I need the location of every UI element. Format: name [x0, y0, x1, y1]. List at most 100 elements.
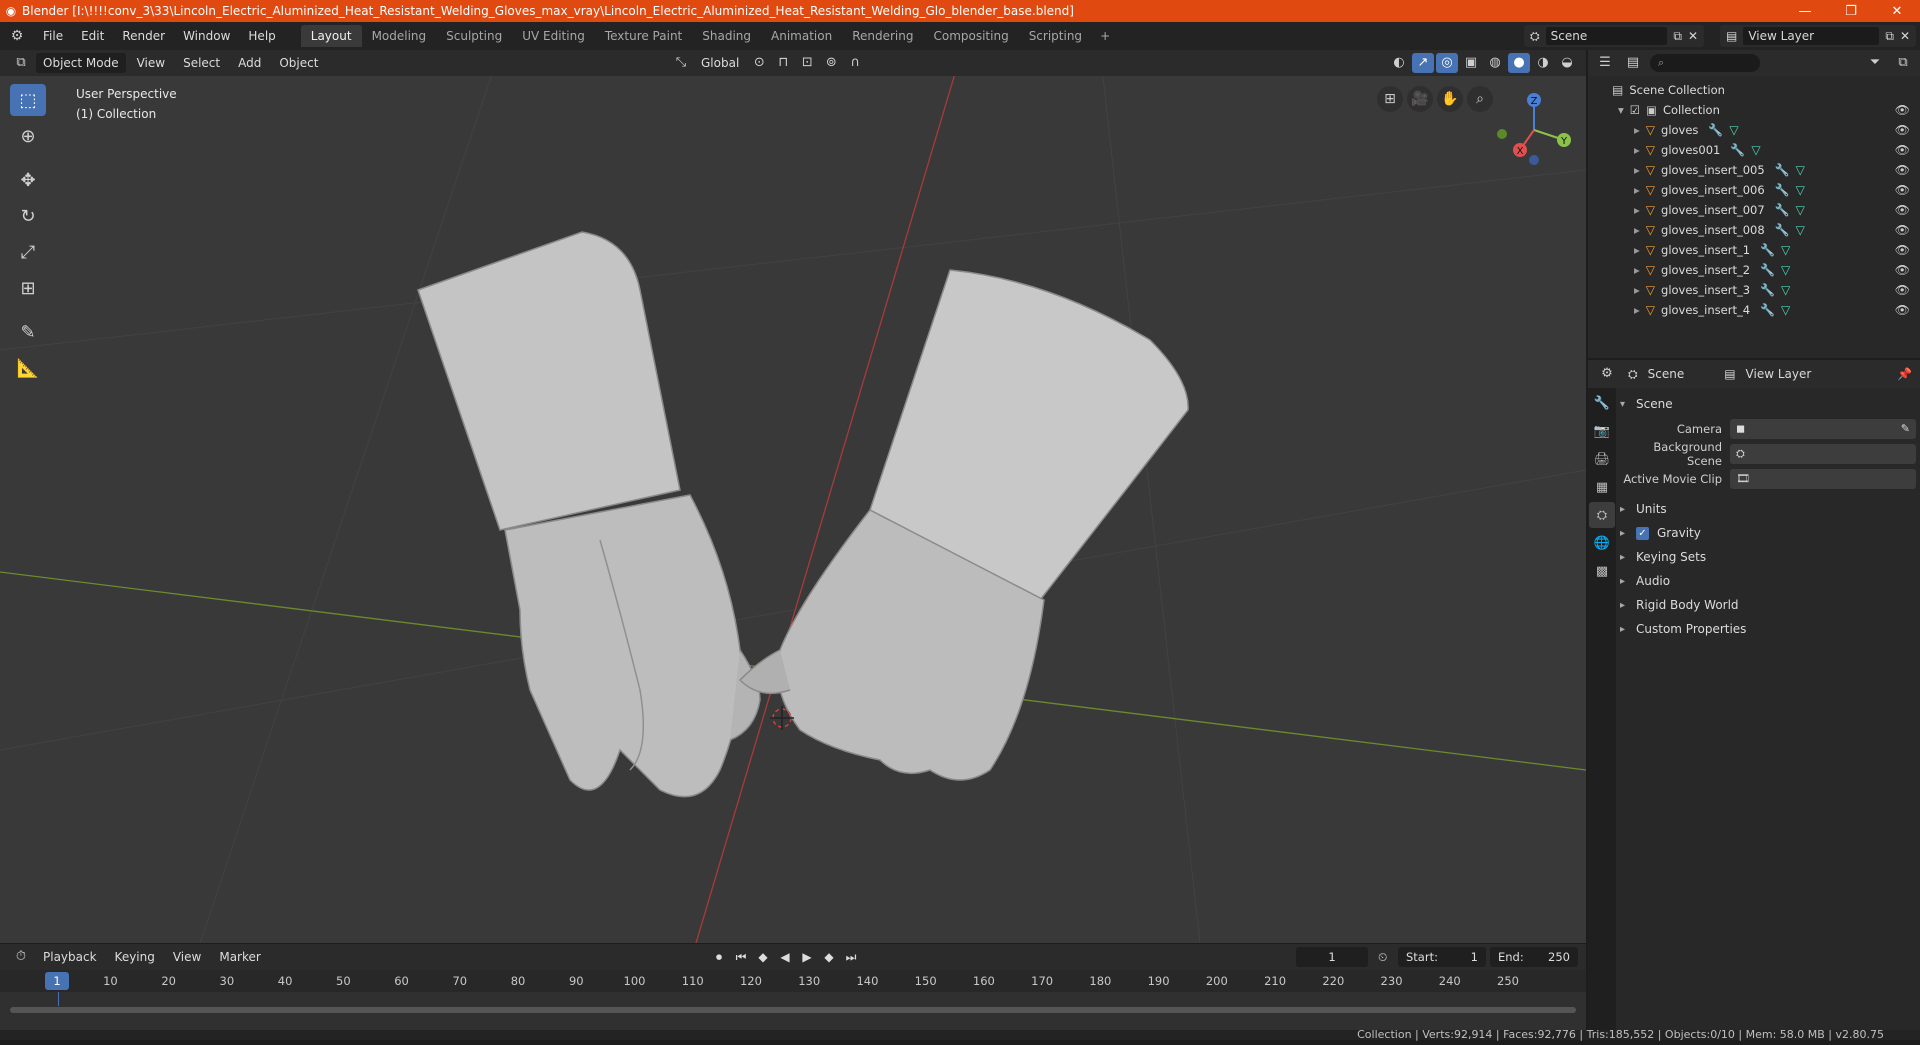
timeline-menu-keying[interactable]: Keying	[108, 947, 162, 967]
rotate-icon[interactable]: ↻	[10, 200, 46, 232]
expand-arrow-icon[interactable]: ▸	[1634, 203, 1640, 217]
outliner-object-row[interactable]: ▸ ▽ gloves_insert_008 🔧 ▽ 👁	[1588, 220, 1920, 240]
scene-section-header[interactable]: ▾ Scene	[1620, 392, 1916, 416]
movie-clip-field[interactable]: 🎞	[1730, 468, 1916, 489]
eye-icon[interactable]: 👁	[1895, 263, 1910, 277]
close-button[interactable]: ✕	[1874, 4, 1920, 19]
wireframe-shading-icon[interactable]: ◍	[1484, 53, 1506, 73]
modifier-wrench-icon[interactable]: 🔧	[1775, 203, 1790, 217]
xray-icon[interactable]: ▣	[1460, 53, 1482, 73]
eye-icon[interactable]: 👁	[1895, 303, 1910, 317]
material-shading-icon[interactable]: ◑	[1532, 53, 1554, 73]
navigation-gizmo[interactable]: Z Y X	[1494, 88, 1574, 168]
tab-compositing[interactable]: Compositing	[923, 25, 1018, 47]
modifier-wrench-icon[interactable]: 🔧	[1760, 263, 1775, 277]
outliner-collection[interactable]: ▾ ☑ ▣ Collection 👁	[1588, 100, 1920, 120]
menu-help[interactable]: Help	[239, 29, 284, 43]
outliner-object-row[interactable]: ▸ ▽ gloves_insert_005 🔧 ▽ 👁	[1588, 160, 1920, 180]
menu-edit[interactable]: Edit	[72, 29, 113, 43]
modifier-wrench-icon[interactable]: 🔧	[1708, 123, 1723, 137]
overlay-toggle-icon[interactable]: ◎	[1436, 53, 1458, 73]
mesh-data-icon[interactable]: ▽	[1796, 203, 1805, 217]
timeline-menu-playback[interactable]: Playback	[36, 947, 104, 967]
viewlayer-selector[interactable]: ▤ View Layer ⧉ ✕	[1720, 25, 1916, 47]
eyedropper-icon[interactable]: ✎	[1901, 422, 1910, 435]
proportional-edit-icon[interactable]: ⊚	[820, 53, 842, 73]
eye-icon[interactable]: 👁	[1895, 223, 1910, 237]
outliner-object-row[interactable]: ▸ ▽ gloves_insert_2 🔧 ▽ 👁	[1588, 260, 1920, 280]
expand-arrow-icon[interactable]: ▸	[1634, 303, 1640, 317]
timeline-menu-marker[interactable]: Marker	[212, 947, 267, 967]
timeline-menu-view[interactable]: View	[166, 947, 208, 967]
pin-icon[interactable]: 📌	[1897, 367, 1912, 381]
scene-name-field[interactable]: Scene	[1545, 27, 1668, 45]
new-viewlayer-icon[interactable]: ⧉	[1885, 29, 1894, 44]
viewport-menu-view[interactable]: View	[130, 53, 172, 73]
tab-scripting[interactable]: Scripting	[1019, 25, 1092, 47]
modifier-wrench-icon[interactable]: 🔧	[1760, 283, 1775, 297]
expand-arrow-icon[interactable]: ▸	[1634, 283, 1640, 297]
play-reverse-icon[interactable]: ◀	[776, 947, 794, 967]
tab-uv-editing[interactable]: UV Editing	[512, 25, 595, 47]
snap-icon[interactable]: ⊓	[772, 53, 794, 73]
eye-icon[interactable]: 👁	[1895, 103, 1910, 117]
viewlayer-tab-icon[interactable]: ▦	[1589, 474, 1615, 500]
scale-icon[interactable]: ⤢	[10, 236, 46, 268]
current-frame-field[interactable]: 1	[1296, 947, 1368, 967]
eye-icon[interactable]: 👁	[1895, 183, 1910, 197]
tab-sculpting[interactable]: Sculpting	[436, 25, 512, 47]
gravity-panel[interactable]: ▸ ✓ Gravity	[1620, 521, 1916, 545]
transform-orientation-dropdown[interactable]: Global	[694, 53, 746, 73]
timeline-ruler[interactable]: 1 10 20 30 40 50 60 70 80 90 100 110 120 130 140 150 16…	[0, 970, 1586, 992]
delete-viewlayer-icon[interactable]: ✕	[1900, 29, 1910, 43]
viewlayer-name-field[interactable]: View Layer	[1743, 27, 1880, 45]
mesh-data-icon[interactable]: ▽	[1781, 303, 1790, 317]
outliner-object-row[interactable]: ▸ ▽ gloves001 🔧 ▽ 👁	[1588, 140, 1920, 160]
eye-icon[interactable]: 👁	[1895, 283, 1910, 297]
tab-shading[interactable]: Shading	[692, 25, 761, 47]
timeline-editor-icon[interactable]: ⏱	[10, 947, 32, 967]
tab-rendering[interactable]: Rendering	[842, 25, 923, 47]
3d-viewport[interactable]: ⧉ Object Mode View Select Add Object ⤡ G…	[0, 50, 1586, 943]
prev-keyframe-icon[interactable]: ◆	[754, 947, 772, 967]
snap-target-icon[interactable]: ⊡	[796, 53, 818, 73]
jump-end-icon[interactable]: ⏭	[842, 947, 860, 967]
properties-editor-icon[interactable]: ⚙	[1596, 364, 1618, 384]
mesh-data-icon[interactable]: ▽	[1781, 243, 1790, 257]
checkbox-icon[interactable]: ☑	[1630, 103, 1640, 117]
outliner-object-row[interactable]: ▸ ▽ gloves 🔧 ▽ 👁	[1588, 120, 1920, 140]
eye-icon[interactable]: 👁	[1895, 203, 1910, 217]
gravity-checkbox[interactable]: ✓	[1636, 526, 1649, 540]
mesh-data-icon[interactable]: ▽	[1781, 263, 1790, 277]
annotate-icon[interactable]: ✎	[10, 316, 46, 348]
minimize-button[interactable]: —	[1782, 4, 1828, 19]
mesh-data-icon[interactable]: ▽	[1796, 183, 1805, 197]
modifier-wrench-icon[interactable]: 🔧	[1730, 143, 1745, 157]
expand-arrow-icon[interactable]: ▸	[1634, 143, 1640, 157]
viewport-menu-add[interactable]: Add	[231, 53, 268, 73]
expand-arrow-icon[interactable]: ▸	[1634, 183, 1640, 197]
pan-hand-icon[interactable]: ✋	[1437, 86, 1463, 112]
editor-type-icon[interactable]: ⧉	[10, 53, 32, 73]
outliner-search-input[interactable]: ⌕	[1650, 54, 1760, 72]
texture-tab-icon[interactable]: ▩	[1589, 558, 1615, 584]
expand-arrow-icon[interactable]: ▸	[1634, 123, 1640, 137]
stopwatch-icon[interactable]: ⏲	[1378, 950, 1387, 965]
expand-arrow-icon[interactable]: ▾	[1618, 103, 1624, 117]
blender-menu-icon[interactable]: ⚙	[0, 28, 34, 44]
visibility-icon[interactable]: ◐	[1388, 53, 1410, 73]
outliner-object-row[interactable]: ▸ ▽ gloves_insert_006 🔧 ▽ 👁	[1588, 180, 1920, 200]
solid-shading-icon[interactable]: ●	[1508, 53, 1530, 73]
grid-view-icon[interactable]: ⊞	[1377, 86, 1403, 112]
camera-view-icon[interactable]: 🎥	[1407, 86, 1433, 112]
record-icon[interactable]: ⏺	[710, 947, 728, 967]
right-glove-mesh[interactable]	[738, 269, 1189, 781]
viewport-menu-object[interactable]: Object	[272, 53, 325, 73]
rendered-shading-icon[interactable]: ◒	[1556, 53, 1578, 73]
menu-file[interactable]: File	[34, 29, 72, 43]
next-keyframe-icon[interactable]: ◆	[820, 947, 838, 967]
restore-button[interactable]: ❐	[1828, 4, 1874, 19]
outliner-scene-collection[interactable]: ▤ Scene Collection	[1588, 80, 1920, 100]
left-glove-mesh[interactable]	[417, 231, 761, 798]
new-scene-icon[interactable]: ⧉	[1673, 29, 1682, 44]
